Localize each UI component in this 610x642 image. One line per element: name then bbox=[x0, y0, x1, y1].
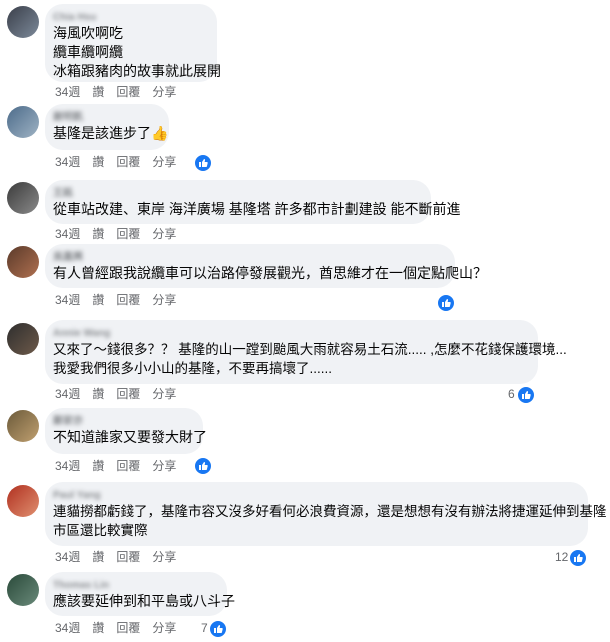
comment-actions: 34週讚回覆 分享 bbox=[55, 154, 188, 170]
reaction-count[interactable]: 7 bbox=[201, 620, 208, 636]
comment-text: 從車站改建、東岸 海洋廣場 基隆塔 許多都市計劃建設 能不斷前進 bbox=[53, 201, 461, 217]
timestamp[interactable]: 34週 bbox=[55, 620, 80, 636]
share-button[interactable]: 分享 bbox=[152, 226, 176, 242]
share-button[interactable]: 分享 bbox=[152, 154, 176, 170]
comment-text: 不知道誰家又要發大財了 bbox=[53, 429, 207, 445]
reply-button[interactable]: 回覆 bbox=[116, 386, 140, 402]
reply-button[interactable]: 回覆 bbox=[116, 292, 140, 308]
avatar[interactable] bbox=[7, 6, 39, 38]
commenter-name[interactable]: Annie Wang bbox=[53, 327, 526, 340]
comment-text: 我愛我們很多小小山的基隆，不要再搞壞了...... bbox=[53, 361, 333, 376]
comment-text: 海風吹啊吃 bbox=[53, 25, 123, 41]
share-button[interactable]: 分享 bbox=[152, 620, 176, 636]
share-button[interactable]: 分享 bbox=[152, 84, 176, 100]
like-reaction-icon[interactable] bbox=[569, 549, 587, 567]
commenter-name[interactable]: 吳嘉興 bbox=[53, 251, 443, 264]
avatar[interactable] bbox=[7, 323, 39, 355]
like-reaction-icon[interactable] bbox=[194, 154, 212, 172]
share-button[interactable]: 分享 bbox=[152, 549, 176, 565]
like-reaction-icon[interactable] bbox=[437, 294, 455, 312]
avatar[interactable] bbox=[7, 485, 39, 517]
comment-bubble: Paul Yang 連貓撈都虧錢了，基隆市容又沒多好看何必浪費資源，還是想想有沒… bbox=[45, 482, 607, 546]
comment-actions: 34週讚回覆 分享 bbox=[55, 84, 188, 100]
commenter-name[interactable]: Chia Hsu bbox=[53, 11, 205, 24]
like-button[interactable]: 讚 bbox=[92, 154, 104, 170]
comment-text: 應該要延伸到和平島或八斗子 bbox=[53, 593, 235, 609]
timestamp[interactable]: 34週 bbox=[55, 458, 80, 474]
comment-bubble: 吳嘉興 有人曾經跟我說纜車可以治路停發展觀光，酋思維才在一個定點爬山？ bbox=[45, 244, 487, 288]
like-button[interactable]: 讚 bbox=[92, 620, 104, 636]
comment-actions: 34週讚回覆 分享 bbox=[55, 620, 188, 636]
reply-button[interactable]: 回覆 bbox=[116, 226, 140, 242]
reaction-count[interactable]: 12 bbox=[555, 549, 568, 565]
comment-bubble: 王銘 從車站改建、東岸 海洋廣場 基隆塔 許多都市計劃建設 能不斷前進 bbox=[45, 180, 461, 224]
comment-bubble: Annie Wang 又來了～錢很多？？ 基隆的山一蹚到颱風大雨就容易土石流..… bbox=[45, 320, 567, 384]
commenter-name[interactable]: 謝明凱 bbox=[53, 111, 157, 124]
comment-actions: 34週讚回覆 分享 bbox=[55, 292, 188, 308]
reply-button[interactable]: 回覆 bbox=[116, 549, 140, 565]
comment-text: 纜車纜啊纜 bbox=[53, 44, 123, 60]
like-button[interactable]: 讚 bbox=[92, 84, 104, 100]
like-button[interactable]: 讚 bbox=[92, 292, 104, 308]
comment-actions: 34週讚回覆 分享 bbox=[55, 458, 188, 474]
comment-actions: 34週讚回覆 分享 bbox=[55, 226, 188, 242]
avatar[interactable] bbox=[7, 246, 39, 278]
timestamp[interactable]: 34週 bbox=[55, 226, 80, 242]
comment-text: 基隆是該進步了👍 bbox=[53, 125, 169, 141]
like-button[interactable]: 讚 bbox=[92, 458, 104, 474]
reply-button[interactable]: 回覆 bbox=[116, 84, 140, 100]
comment-text: 市區還比較實際 bbox=[53, 523, 148, 538]
comment-bubble: Thomas Lin 應該要延伸到和平島或八斗子 bbox=[45, 572, 235, 616]
comment-text: 冰箱跟豬肉的故事就此展開 bbox=[53, 63, 221, 79]
comment-bubble: 謝明凱 基隆是該進步了👍 bbox=[45, 104, 169, 150]
like-button[interactable]: 讚 bbox=[92, 386, 104, 402]
comment-text: 有人曾經跟我說纜車可以治路停發展觀光，酋思維才在一個定點爬山？ bbox=[53, 265, 487, 281]
like-button[interactable]: 讚 bbox=[92, 226, 104, 242]
comment-bubble: Chia Hsu 海風吹啊吃 纜車纜啊纜 冰箱跟豬肉的故事就此展開 bbox=[45, 4, 221, 82]
comment-bubble: 鄭家亦 不知道誰家又要發大財了 bbox=[45, 408, 207, 454]
timestamp[interactable]: 34週 bbox=[55, 549, 80, 565]
share-button[interactable]: 分享 bbox=[152, 458, 176, 474]
avatar[interactable] bbox=[7, 182, 39, 214]
timestamp[interactable]: 34週 bbox=[55, 292, 80, 308]
avatar[interactable] bbox=[7, 410, 39, 442]
reply-button[interactable]: 回覆 bbox=[116, 458, 140, 474]
commenter-name[interactable]: 王銘 bbox=[53, 187, 419, 200]
share-button[interactable]: 分享 bbox=[152, 292, 176, 308]
timestamp[interactable]: 34週 bbox=[55, 84, 80, 100]
like-reaction-icon[interactable] bbox=[194, 457, 212, 475]
timestamp[interactable]: 34週 bbox=[55, 154, 80, 170]
avatar[interactable] bbox=[7, 106, 39, 138]
comment-text: 又來了～錢很多？？ 基隆的山一蹚到颱風大雨就容易土石流..... ,怎麼不花錢保… bbox=[53, 342, 567, 357]
comment-text: 連貓撈都虧錢了，基隆市容又沒多好看何必浪費資源，還是想想有沒有辦法將捷運延伸到基… bbox=[53, 504, 607, 519]
like-button[interactable]: 讚 bbox=[92, 549, 104, 565]
reply-button[interactable]: 回覆 bbox=[116, 154, 140, 170]
like-reaction-icon[interactable] bbox=[517, 386, 535, 404]
share-button[interactable]: 分享 bbox=[152, 386, 176, 402]
reaction-count[interactable]: 6 bbox=[508, 386, 515, 402]
comment-actions: 34週讚回覆 分享 bbox=[55, 549, 188, 565]
commenter-name[interactable]: Thomas Lin bbox=[53, 579, 215, 592]
timestamp[interactable]: 34週 bbox=[55, 386, 80, 402]
commenter-name[interactable]: 鄭家亦 bbox=[53, 415, 191, 428]
commenter-name[interactable]: Paul Yang bbox=[53, 489, 576, 502]
avatar[interactable] bbox=[7, 574, 39, 606]
like-reaction-icon[interactable] bbox=[209, 620, 227, 638]
comment-actions: 34週讚回覆 分享 bbox=[55, 386, 188, 402]
reply-button[interactable]: 回覆 bbox=[116, 620, 140, 636]
